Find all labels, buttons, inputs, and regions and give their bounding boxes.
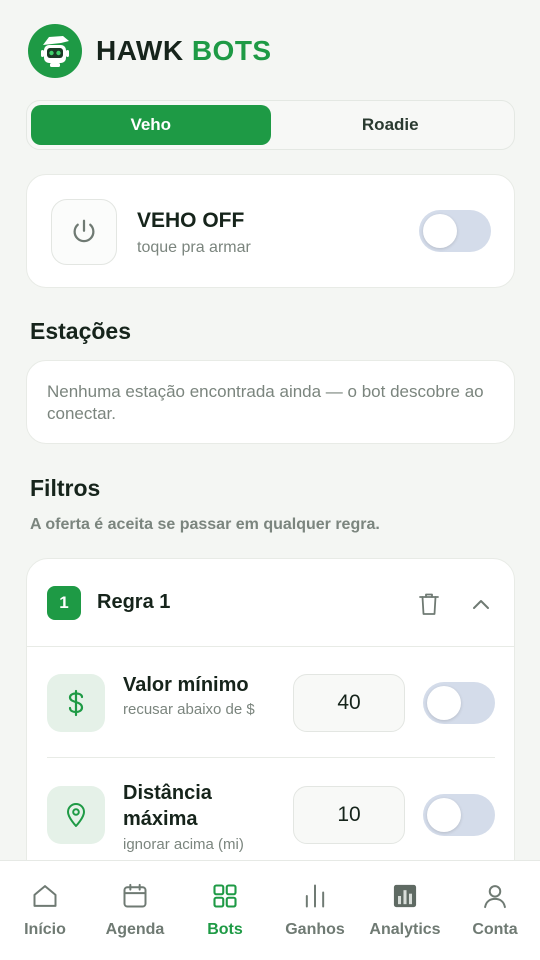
filter-subtitle: ignorar acima (mi)	[123, 836, 244, 853]
delete-rule-button[interactable]	[414, 589, 444, 619]
min-value-input[interactable]: 40	[293, 674, 405, 732]
brand-name: HAWK BOTS	[96, 35, 272, 67]
stations-title: Estações	[30, 318, 132, 344]
calendar-icon	[120, 881, 150, 911]
user-icon	[480, 881, 510, 911]
filter-title: Distância máxima	[123, 782, 212, 830]
toggle-knob	[423, 214, 457, 248]
toggle-knob	[427, 798, 461, 832]
nav-agenda[interactable]: Agenda	[90, 861, 180, 960]
power-icon	[73, 219, 95, 243]
bot-power-card: VEHO OFF toque pra armar	[26, 174, 515, 288]
nav-label: Bots	[207, 921, 243, 938]
nav-bots[interactable]: Bots	[180, 861, 270, 960]
max-distance-input[interactable]: 10	[293, 786, 405, 844]
stations-empty-card: Nenhuma estação encontrada ainda — o bot…	[26, 360, 515, 444]
nav-label: Agenda	[105, 921, 165, 938]
nav-inicio[interactable]: Início	[0, 861, 90, 960]
platform-switcher: Veho Roadie	[26, 100, 515, 150]
filter-divider	[47, 757, 495, 758]
hawk-robot-logo-icon	[28, 24, 82, 78]
nav-ganhos[interactable]: Ganhos	[270, 861, 360, 960]
power-status-subtitle: toque pra armar	[137, 239, 251, 256]
nav-label: Ganhos	[285, 921, 345, 938]
filter-subtitle: recusar abaixo de $	[123, 701, 255, 718]
collapse-rule-button[interactable]	[466, 590, 496, 620]
trash-icon	[419, 593, 439, 615]
stations-empty-text: Nenhuma estação encontrada ainda — o bot…	[47, 382, 484, 423]
tab-roadie[interactable]: Roadie	[271, 105, 511, 145]
bar-chart-icon	[300, 881, 330, 911]
nav-label: Início	[24, 921, 66, 938]
app-header: HAWK BOTS	[28, 24, 272, 78]
filter-title: Valor mínimo	[123, 674, 249, 696]
filters-title: Filtros	[30, 475, 101, 501]
rule-title: Regra 1	[97, 591, 171, 613]
tab-veho[interactable]: Veho	[31, 105, 271, 145]
nav-label: Analytics	[369, 921, 441, 938]
filters-hint: A oferta é aceita se passar em qualquer …	[30, 516, 380, 533]
power-status-title: VEHO OFF	[137, 209, 245, 232]
nav-conta[interactable]: Conta	[450, 861, 540, 960]
max-distance-toggle[interactable]	[423, 794, 495, 836]
filter-min-value: Valor mínimo recusar abaixo de $ 40	[47, 674, 497, 764]
nav-analytics[interactable]: Analytics	[360, 861, 450, 960]
chevron-up-icon	[473, 600, 489, 609]
nav-label: Conta	[472, 921, 518, 938]
rule-number-badge: 1	[47, 586, 81, 620]
dollar-icon	[47, 674, 105, 732]
home-icon	[30, 881, 60, 911]
analytics-icon	[390, 881, 420, 911]
brand-accent: BOTS	[191, 35, 272, 66]
location-pin-icon	[47, 786, 105, 844]
bottom-nav: Início Agenda Bots Ganhos Analytics Cont…	[0, 860, 540, 960]
power-toggle[interactable]	[419, 210, 491, 252]
rule-header[interactable]: 1 Regra 1	[27, 559, 514, 647]
power-button[interactable]	[51, 199, 117, 265]
brand-primary: HAWK	[96, 35, 184, 66]
min-value-toggle[interactable]	[423, 682, 495, 724]
grid-icon	[210, 881, 240, 911]
toggle-knob	[427, 686, 461, 720]
